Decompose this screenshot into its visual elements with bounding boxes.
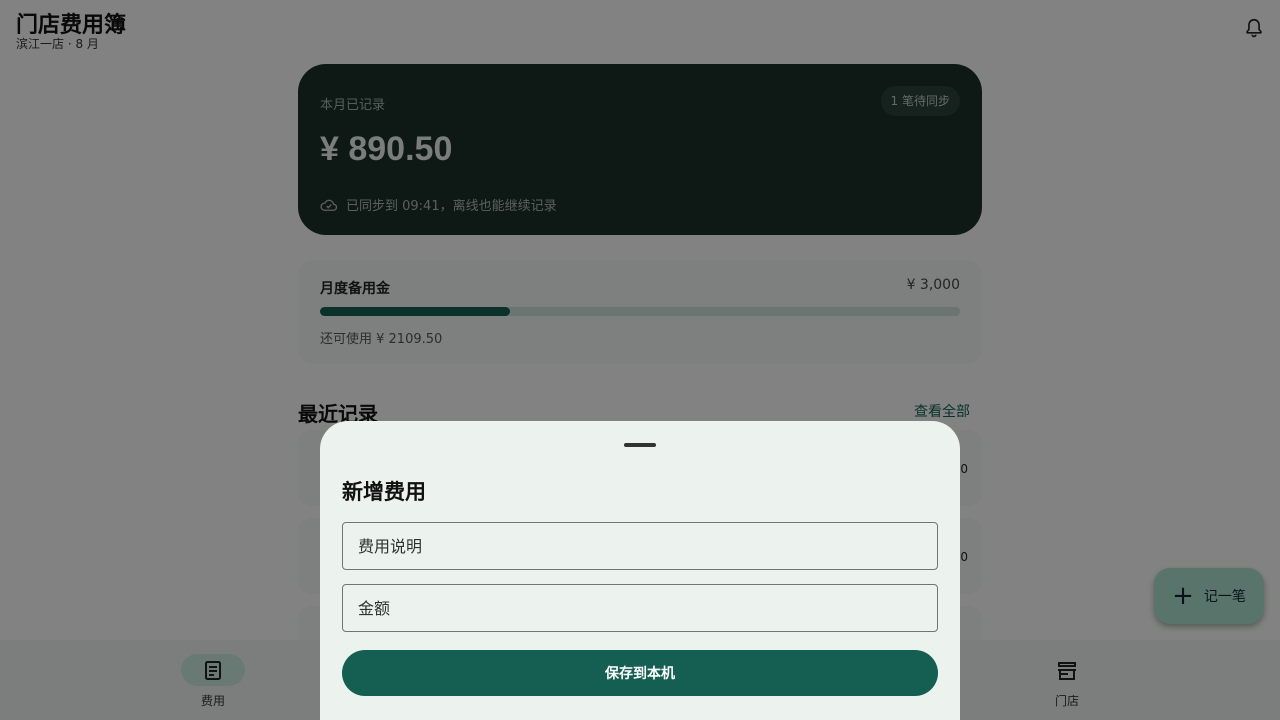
add-expense-sheet: 新增费用 保存到本机 xyxy=(320,421,960,720)
save-locally-button[interactable]: 保存到本机 xyxy=(342,650,938,696)
expense-description-field[interactable] xyxy=(342,522,938,570)
sheet-title: 新增费用 xyxy=(342,480,426,504)
drag-handle[interactable] xyxy=(624,443,656,447)
expense-amount-field[interactable] xyxy=(342,584,938,632)
